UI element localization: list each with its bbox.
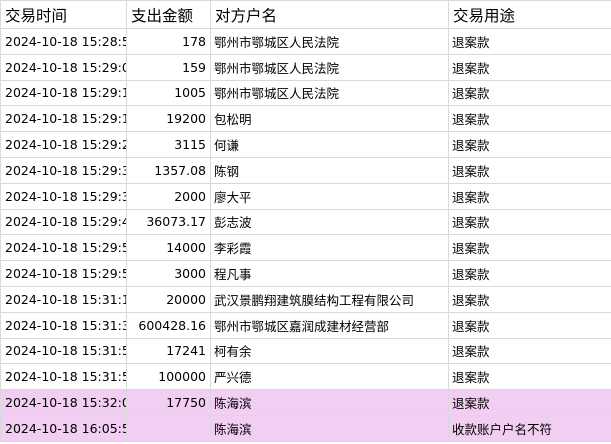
time-cell[interactable]: 2024-10-18 15:29:31 bbox=[0, 156, 127, 184]
table-row[interactable]: 2024-10-18 15:29:24 3115 何谦 退案款 bbox=[0, 131, 611, 158]
amount-cell[interactable]: 19200 bbox=[126, 105, 211, 133]
header-purpose[interactable]: 交易用途 bbox=[448, 0, 611, 29]
table-row[interactable]: 2024-10-18 15:28:59 178 鄂州市鄂城区人民法院 退案款 bbox=[0, 28, 611, 55]
purpose-cell[interactable]: 退案款 bbox=[448, 208, 611, 236]
amount-cell[interactable]: 2000 bbox=[126, 182, 211, 210]
time-cell[interactable]: 2024-10-18 15:29:56 bbox=[0, 260, 127, 287]
amount-cell[interactable]: 1005 bbox=[126, 79, 211, 107]
party-cell[interactable]: 严兴德 bbox=[210, 363, 449, 391]
table-row[interactable]: 2024-10-18 15:29:37 2000 廖大平 退案款 bbox=[0, 182, 611, 210]
purpose-cell[interactable]: 退案款 bbox=[448, 363, 611, 391]
header-amount[interactable]: 支出金额 bbox=[126, 0, 211, 29]
table-row[interactable]: 2024-10-18 15:29:31 1357.08 陈钢 退案款 bbox=[0, 156, 611, 184]
amount-cell[interactable]: 17750 bbox=[126, 389, 211, 416]
amount-cell[interactable]: 1357.08 bbox=[126, 156, 211, 184]
time-cell[interactable]: 2024-10-18 15:31:50 bbox=[0, 337, 127, 365]
transactions-table: 交易时间 支出金额 对方户名 交易用途 2024-10-18 15:28:59 1… bbox=[0, 0, 611, 442]
purpose-cell[interactable]: 退案款 bbox=[448, 260, 611, 287]
time-cell[interactable]: 2024-10-18 15:29:18 bbox=[0, 105, 127, 133]
table-row[interactable]: 2024-10-18 15:29:18 19200 包松明 退案款 bbox=[0, 105, 611, 133]
purpose-cell[interactable]: 退案款 bbox=[448, 337, 611, 365]
party-cell[interactable]: 何谦 bbox=[210, 131, 449, 158]
time-cell[interactable]: 2024-10-18 15:29:44 bbox=[0, 208, 127, 236]
purpose-cell[interactable]: 退案款 bbox=[448, 311, 611, 339]
time-cell[interactable]: 2024-10-18 15:31:19 bbox=[0, 285, 127, 313]
purpose-cell[interactable]: 退案款 bbox=[448, 389, 611, 416]
table-row[interactable]: 2024-10-18 15:29:50 14000 李彩霞 退案款 bbox=[0, 234, 611, 262]
purpose-cell[interactable]: 退案款 bbox=[448, 156, 611, 184]
party-cell[interactable]: 柯有余 bbox=[210, 337, 449, 365]
time-cell[interactable]: 2024-10-18 16:05:56 bbox=[0, 414, 127, 442]
table-row[interactable]: 2024-10-18 15:29:11 1005 鄂州市鄂城区人民法院 退案款 bbox=[0, 79, 611, 107]
amount-cell[interactable]: 17241 bbox=[126, 337, 211, 365]
party-cell[interactable]: 武汉景鹏翔建筑膜结构工程有限公司 bbox=[210, 285, 449, 313]
time-cell[interactable]: 2024-10-18 15:29:37 bbox=[0, 182, 127, 210]
purpose-cell[interactable]: 退案款 bbox=[448, 182, 611, 210]
table-row[interactable]: 2024-10-18 15:31:56 100000 严兴德 退案款 bbox=[0, 363, 611, 391]
table-row[interactable]: 2024-10-18 15:29:44 36073.17 彭志波 退案款 bbox=[0, 208, 611, 236]
table-row[interactable]: 2024-10-18 15:31:19 20000 武汉景鹏翔建筑膜结构工程有限公司… bbox=[0, 285, 611, 313]
table-row[interactable]: 2024-10-18 15:29:56 3000 程凡事 退案款 bbox=[0, 260, 611, 287]
party-cell[interactable]: 廖大平 bbox=[210, 182, 449, 210]
party-cell[interactable]: 包松明 bbox=[210, 105, 449, 133]
purpose-cell[interactable]: 退案款 bbox=[448, 105, 611, 133]
amount-cell[interactable]: 3000 bbox=[126, 260, 211, 287]
amount-cell[interactable]: 600428.16 bbox=[126, 311, 211, 339]
time-cell[interactable]: 2024-10-18 15:29:24 bbox=[0, 131, 127, 158]
time-cell[interactable]: 2024-10-18 15:29:11 bbox=[0, 79, 127, 107]
party-cell[interactable]: 陈海滨 bbox=[210, 389, 449, 416]
amount-cell[interactable]: 20000 bbox=[126, 285, 211, 313]
amount-cell[interactable]: 159 bbox=[126, 53, 211, 81]
purpose-cell[interactable]: 退案款 bbox=[448, 285, 611, 313]
amount-cell[interactable]: 14000 bbox=[126, 234, 211, 262]
time-cell[interactable]: 2024-10-18 15:32:03 bbox=[0, 389, 127, 416]
party-cell[interactable]: 陈钢 bbox=[210, 156, 449, 184]
party-cell[interactable]: 李彩霞 bbox=[210, 234, 449, 262]
table-row[interactable]: 2024-10-18 15:32:03 17750 陈海滨 退案款 bbox=[0, 389, 611, 416]
time-cell[interactable]: 2024-10-18 15:29:50 bbox=[0, 234, 127, 262]
party-cell[interactable]: 鄂州市鄂城区人民法院 bbox=[210, 53, 449, 81]
purpose-cell[interactable]: 收款账户户名不符 bbox=[448, 414, 611, 442]
purpose-cell[interactable]: 退案款 bbox=[448, 131, 611, 158]
party-cell[interactable]: 鄂州市鄂城区人民法院 bbox=[210, 28, 449, 55]
time-cell[interactable]: 2024-10-18 15:29:05 bbox=[0, 53, 127, 81]
header-time[interactable]: 交易时间 bbox=[0, 0, 127, 29]
header-party[interactable]: 对方户名 bbox=[210, 0, 449, 29]
header-row: 交易时间 支出金额 对方户名 交易用途 bbox=[0, 0, 611, 29]
time-cell[interactable]: 2024-10-18 15:31:56 bbox=[0, 363, 127, 391]
purpose-cell[interactable]: 退案款 bbox=[448, 28, 611, 55]
amount-cell[interactable]: 100000 bbox=[126, 363, 211, 391]
table-row[interactable]: 2024-10-18 15:31:50 17241 柯有余 退案款 bbox=[0, 337, 611, 365]
time-cell[interactable]: 2024-10-18 15:28:59 bbox=[0, 28, 127, 55]
time-cell[interactable]: 2024-10-18 15:31:31 bbox=[0, 311, 127, 339]
party-cell[interactable]: 鄂州市鄂城区嘉润成建材经营部 bbox=[210, 311, 449, 339]
amount-cell[interactable] bbox=[126, 414, 211, 442]
table-row[interactable]: 2024-10-18 16:05:56 陈海滨 收款账户户名不符 bbox=[0, 414, 611, 442]
purpose-cell[interactable]: 退案款 bbox=[448, 53, 611, 81]
table-row[interactable]: 2024-10-18 15:31:31 600428.16 鄂州市鄂城区嘉润成建材经… bbox=[0, 311, 611, 339]
table-row[interactable]: 2024-10-18 15:29:05 159 鄂州市鄂城区人民法院 退案款 bbox=[0, 53, 611, 81]
purpose-cell[interactable]: 退案款 bbox=[448, 79, 611, 107]
amount-cell[interactable]: 36073.17 bbox=[126, 208, 211, 236]
party-cell[interactable]: 彭志波 bbox=[210, 208, 449, 236]
party-cell[interactable]: 程凡事 bbox=[210, 260, 449, 287]
party-cell[interactable]: 陈海滨 bbox=[210, 414, 449, 442]
party-cell[interactable]: 鄂州市鄂城区人民法院 bbox=[210, 79, 449, 107]
purpose-cell[interactable]: 退案款 bbox=[448, 234, 611, 262]
amount-cell[interactable]: 3115 bbox=[126, 131, 211, 158]
amount-cell[interactable]: 178 bbox=[126, 28, 211, 55]
